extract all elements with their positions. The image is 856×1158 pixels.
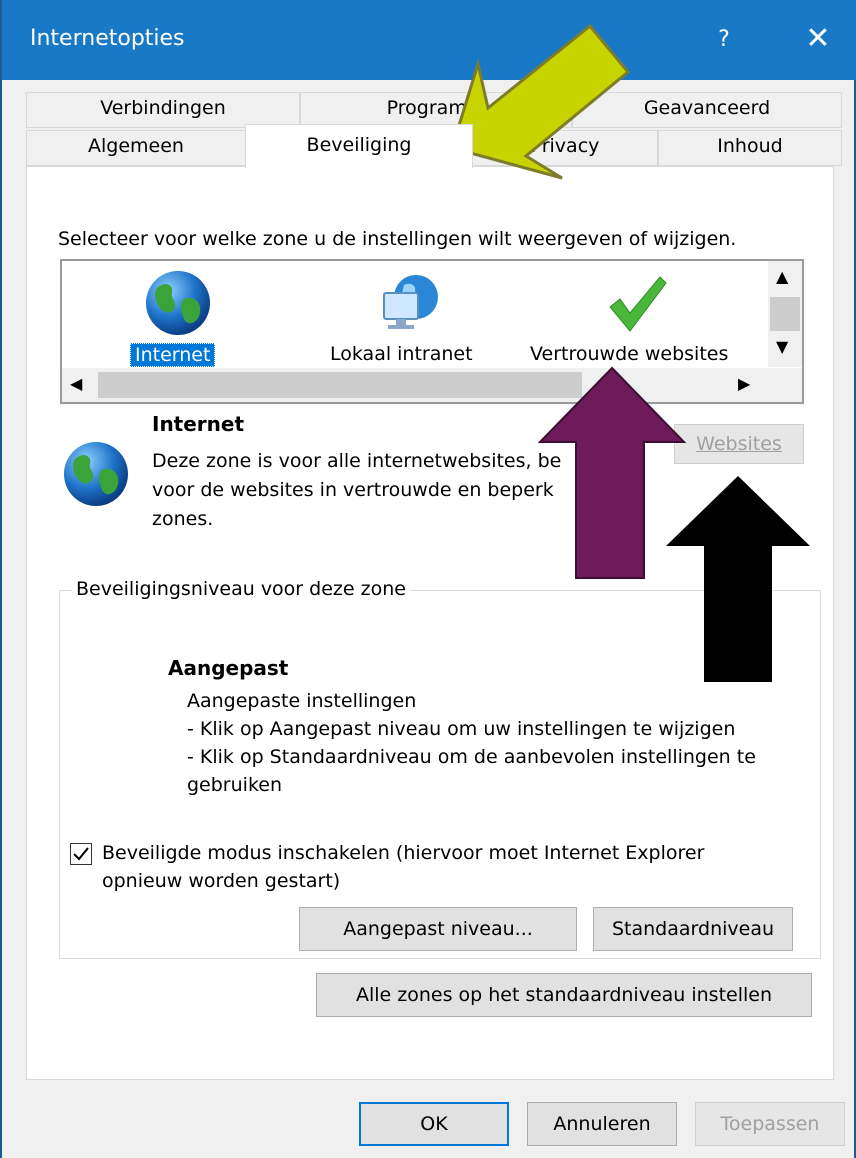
horizontal-scrollbar[interactable]: ◀ ▶: [62, 368, 802, 402]
intranet-icon: [383, 275, 438, 329]
ok-button[interactable]: OK: [359, 1102, 509, 1146]
checkmark-icon: [609, 276, 667, 332]
security-level-line3: - Klik op Standaardniveau om de aanbevol…: [187, 746, 756, 768]
default-level-button[interactable]: Standaardniveau: [593, 907, 793, 951]
tab-verbindingen[interactable]: Verbindingen: [26, 92, 300, 128]
scroll-left-icon[interactable]: ◀: [70, 374, 82, 393]
tab-algemeen[interactable]: Algemeen: [26, 130, 246, 166]
globe-icon: [64, 442, 128, 506]
zone-label-intranet: Lokaal intranet: [330, 343, 473, 365]
cancel-button[interactable]: Annuleren: [527, 1102, 677, 1146]
tab-beveiliging[interactable]: Beveiliging: [245, 124, 473, 168]
scroll-down-icon[interactable]: ▼: [776, 337, 788, 356]
websites-button[interactable]: Websites: [674, 424, 804, 464]
close-button[interactable]: ✕: [794, 16, 842, 64]
zone-item-internet[interactable]: Internet: [124, 267, 254, 367]
zone-label-internet: Internet: [130, 343, 216, 367]
dialog-window: Internetopties ? ✕ Verbindingen Programm…: [0, 0, 856, 1158]
window-title: Internetopties: [30, 26, 185, 51]
scroll-thumb-horizontal[interactable]: [98, 372, 582, 398]
scroll-right-icon[interactable]: ▶: [738, 374, 750, 393]
zone-info-line2: voor de websites in vertrouwde en beperk: [152, 479, 554, 501]
zone-info-line3: zones.: [152, 508, 214, 530]
custom-level-button[interactable]: Aangepast niveau...: [299, 907, 577, 951]
zone-item-trusted[interactable]: Vertrouwde websites: [528, 267, 748, 367]
security-level-group-label: Beveiligingsniveau voor deze zone: [72, 578, 410, 600]
protected-mode-label-line2[interactable]: opnieuw worden gestart): [102, 870, 340, 892]
zone-item-intranet[interactable]: Lokaal intranet: [320, 267, 490, 367]
apply-button[interactable]: Toepassen: [695, 1102, 845, 1146]
zone-info-title: Internet: [152, 412, 245, 436]
help-button[interactable]: ?: [702, 16, 746, 64]
security-level-line1: Aangepaste instellingen: [187, 690, 417, 712]
scroll-thumb[interactable]: [770, 297, 800, 331]
zone-label-trusted: Vertrouwde websites: [530, 343, 729, 365]
scroll-up-icon[interactable]: ▲: [776, 267, 788, 286]
tab-inhoud[interactable]: Inhoud: [658, 130, 842, 166]
zone-info-line1: Deze zone is voor alle internetwebsites,…: [152, 450, 562, 472]
black-arrow-icon: [666, 476, 810, 682]
security-level-line4: gebruiken: [187, 774, 282, 796]
security-level-line2: - Klik op Aangepast niveau om uw instell…: [187, 718, 736, 740]
protected-mode-label-line1[interactable]: Beveiligde modus inschakelen (hiervoor m…: [102, 842, 704, 864]
zone-list: Internet Lokaal intranet Vertrouwde webs…: [60, 259, 804, 404]
zone-prompt: Selecteer voor welke zone u de instellin…: [58, 228, 737, 250]
vertical-scrollbar[interactable]: ▲ ▼: [768, 261, 802, 367]
protected-mode-checkbox[interactable]: [70, 843, 92, 865]
security-level-name: Aangepast: [168, 656, 289, 680]
globe-icon: [146, 271, 210, 335]
check-icon: [73, 847, 89, 861]
yellow-arrow-icon: [450, 23, 631, 180]
reset-all-zones-button[interactable]: Alle zones op het standaardniveau instel…: [316, 973, 812, 1017]
